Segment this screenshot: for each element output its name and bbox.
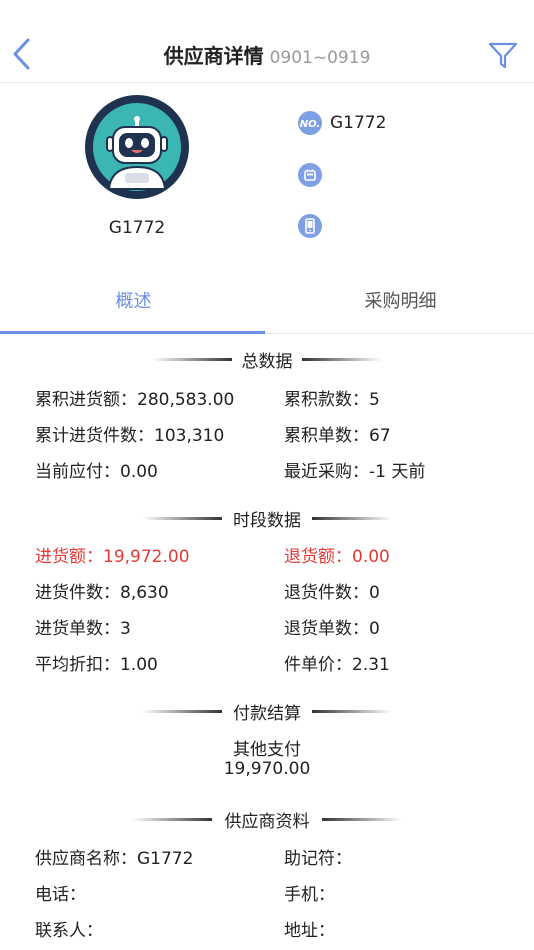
number-icon: NO. [298, 111, 322, 135]
total-purchase-qty: 累计进货件数：103,310 [35, 426, 225, 446]
svg-text:NO.: NO. [300, 119, 320, 130]
supplier-name: G1772 [108, 218, 166, 238]
period-return-amount: 退货额：0.00 [284, 547, 390, 567]
period-avg-discount: 平均折扣：1.00 [35, 655, 158, 675]
section-period-title: 时段数据 [225, 511, 309, 531]
tab-purchase-detail[interactable]: 采购明细 [267, 275, 534, 333]
divider-right [312, 517, 392, 520]
title-area: 供应商详情 0901~0919 [0, 40, 534, 69]
mobile-field: 手机： [284, 885, 335, 905]
telephone-icon [298, 163, 322, 187]
section-period: 时段数据 [0, 506, 534, 531]
section-supplier-info: 供应商资料 [0, 807, 534, 832]
period-unit-price: 件单价：2.31 [284, 655, 390, 675]
date-range: 0901~0919 [269, 48, 371, 68]
divider-left [142, 517, 222, 520]
payment-amount: 19,970.00 [223, 759, 311, 779]
phone-field: 电话： [35, 885, 86, 905]
total-purchase-amount: 累积进货额：280,583.00 [35, 390, 235, 410]
mnemonic-field: 助记符： [284, 849, 352, 869]
divider-right [322, 818, 402, 821]
period-purchase-qty: 进货件数：8,630 [35, 583, 169, 603]
period-return-qty: 退货件数：0 [284, 583, 380, 603]
phone-row [298, 162, 330, 188]
divider-right [312, 710, 392, 713]
payment-method: 其他支付 [233, 740, 301, 760]
divider-right [302, 358, 382, 361]
nav-bar: 供应商详情 0901~0919 [0, 0, 534, 83]
mobile-row [298, 213, 330, 239]
current-payable: 当前应付：0.00 [35, 462, 158, 482]
supplier-no-row: NO. G1772 [298, 110, 386, 136]
filter-icon [488, 42, 518, 69]
total-orders: 累积单数：67 [284, 426, 391, 446]
active-tab-indicator [0, 331, 265, 334]
section-summary-title: 总数据 [233, 352, 301, 372]
robot-avatar [85, 95, 189, 199]
section-payment: 付款结算 [0, 699, 534, 724]
section-supplier-info-title: 供应商资料 [216, 812, 318, 832]
section-summary: 总数据 [0, 347, 534, 372]
address-field: 地址： [284, 921, 335, 941]
divider-left [152, 358, 232, 361]
tab-bar: 概述 采购明细 [0, 275, 534, 334]
contact-field: 联系人： [35, 921, 103, 941]
total-payments: 累积款数：5 [284, 390, 380, 410]
divider-left [132, 818, 212, 821]
period-purchase-orders: 进货单数：3 [35, 619, 131, 639]
supplier-profile: G1772 NO. G1772 [0, 83, 534, 268]
supplier-no-value: G1772 [330, 113, 387, 133]
mobile-phone-icon [298, 214, 322, 238]
filter-button[interactable] [486, 38, 520, 72]
divider-left [142, 710, 222, 713]
supplier-name-field: 供应商名称：G1772 [35, 849, 194, 869]
period-purchase-amount: 进货额：19,972.00 [35, 547, 190, 567]
period-return-orders: 退货单数：0 [284, 619, 380, 639]
last-purchase: 最近采购：-1 天前 [284, 462, 426, 482]
section-payment-title: 付款结算 [225, 704, 309, 724]
tab-overview[interactable]: 概述 [0, 275, 267, 333]
page-title: 供应商详情 [163, 44, 264, 68]
